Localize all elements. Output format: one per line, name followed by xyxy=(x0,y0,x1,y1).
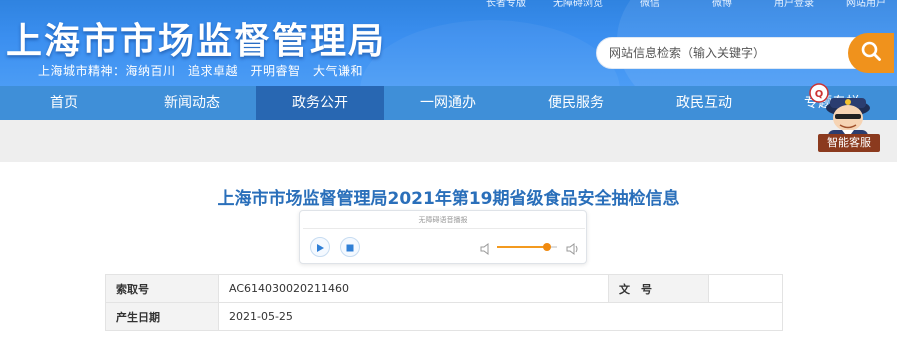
volume-slider-handle[interactable] xyxy=(543,243,551,251)
header-decoration xyxy=(360,20,620,86)
info-table: 索取号 AC614030020211460 文 号 产生日期 2021-05-2… xyxy=(105,274,783,331)
stop-button[interactable] xyxy=(340,237,360,257)
label-date: 产生日期 xyxy=(105,302,219,331)
top-link-user[interactable]: 网站用户 xyxy=(830,0,897,9)
top-link-login[interactable]: 用户登录 xyxy=(758,0,830,9)
player-title: 无障碍语音播报 xyxy=(418,216,468,224)
play-icon xyxy=(315,238,325,257)
main-nav: 首页 新闻动态 政务公开 一网通办 便民服务 政民互动 专题专栏 xyxy=(0,86,897,120)
volume-up-icon[interactable] xyxy=(566,240,580,259)
breadcrumb-band xyxy=(0,120,897,162)
nav-item-services[interactable]: 便民服务 xyxy=(512,86,640,120)
play-button[interactable] xyxy=(310,237,330,257)
nav-item-home[interactable]: 首页 xyxy=(0,86,128,120)
svg-text:Q: Q xyxy=(815,89,824,100)
volume-down-icon[interactable] xyxy=(480,240,492,259)
label-document-number: 文 号 xyxy=(608,274,709,303)
value-index-number: AC614030020211460 xyxy=(218,274,609,303)
nav-item-news[interactable]: 新闻动态 xyxy=(128,86,256,120)
audio-player: 无障碍语音播报 xyxy=(299,210,587,264)
label-index-number: 索取号 xyxy=(105,274,219,303)
assistant-label[interactable]: 智能客服 xyxy=(818,134,880,152)
value-document-number xyxy=(708,274,783,303)
top-link-accessibility[interactable]: 无障碍浏览 xyxy=(542,0,614,9)
search-button[interactable] xyxy=(848,33,894,73)
search-input[interactable] xyxy=(597,38,847,68)
search-box xyxy=(596,37,856,69)
site-header: 长者专版 无障碍浏览 微信 微博 用户登录 网站用户 上海市市场监督管理局 上海… xyxy=(0,0,897,86)
table-row: 索取号 AC614030020211460 文 号 xyxy=(105,274,783,303)
site-title[interactable]: 上海市市场监督管理局 xyxy=(6,12,386,64)
table-row: 产生日期 2021-05-25 xyxy=(105,302,783,331)
volume-slider-fill xyxy=(497,246,547,248)
stop-icon xyxy=(345,238,355,257)
top-links: 长者专版 无障碍浏览 微信 微博 用户登录 网站用户 xyxy=(470,0,897,9)
search-icon xyxy=(860,40,882,66)
value-date: 2021-05-25 xyxy=(218,302,783,331)
top-link-elder[interactable]: 长者专版 xyxy=(470,0,542,9)
nav-item-one-stop[interactable]: 一网通办 xyxy=(384,86,512,120)
city-motto: 上海城市精神：海纳百川 追求卓越 开明睿智 大气谦和 xyxy=(38,64,364,78)
top-link-weibo[interactable]: 微博 xyxy=(686,0,758,9)
nav-item-interaction[interactable]: 政民互动 xyxy=(640,86,768,120)
top-link-wechat[interactable]: 微信 xyxy=(614,0,686,9)
nav-item-gov-affairs[interactable]: 政务公开 xyxy=(256,86,384,120)
article-title: 上海市市场监督管理局2021年第19期省级食品安全抽检信息 xyxy=(217,189,680,209)
player-divider xyxy=(303,228,585,229)
